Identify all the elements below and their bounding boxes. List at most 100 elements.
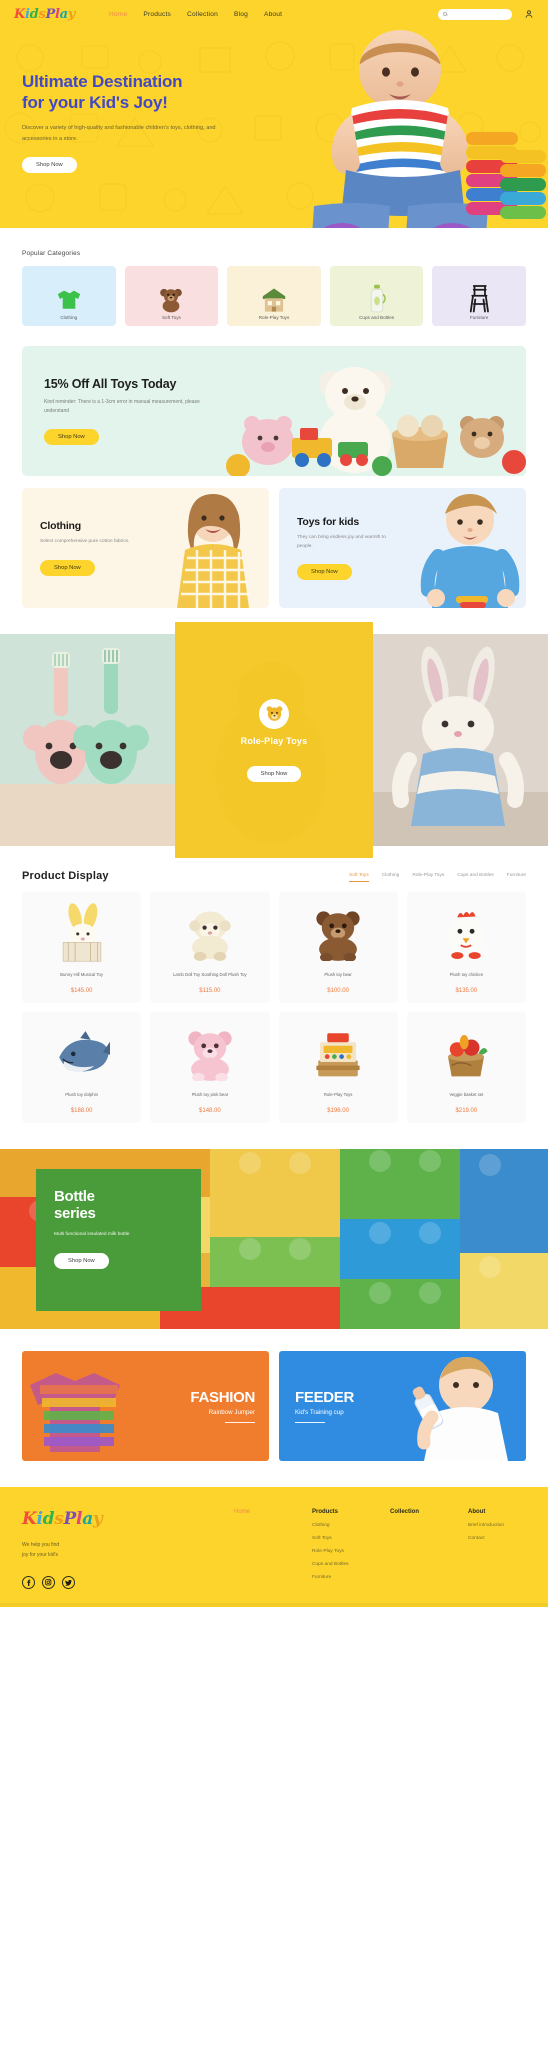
- category-card-soft-toys[interactable]: Soft Toys: [124, 266, 219, 326]
- product-name: Role-Play Toys: [323, 1092, 353, 1097]
- footer-column-home: Home: [234, 1509, 286, 1589]
- footer-link[interactable]: Soft Toys: [312, 1536, 364, 1541]
- toothbrush-panel: [0, 634, 175, 846]
- fashion-sub: Rainbow Jumper: [208, 1408, 255, 1416]
- footer-link[interactable]: Clothing: [312, 1523, 364, 1528]
- tab-furniture[interactable]: Furniture: [507, 873, 526, 882]
- product-card[interactable]: Bunny Hill Musical Toy $145.00: [22, 892, 142, 1003]
- product-grid: Bunny Hill Musical Toy $145.00 Lamb Doll…: [22, 892, 526, 1123]
- bunny-musical-toy-icon: [27, 900, 136, 966]
- footer-heading-collection[interactable]: Collection: [390, 1509, 442, 1515]
- user-icon[interactable]: [524, 9, 534, 19]
- hero-shop-now-button[interactable]: Shop Now: [22, 157, 77, 174]
- logo-letter: a: [82, 1509, 93, 1529]
- footer-tagline-line2: joy for your kid's: [22, 1551, 58, 1558]
- facebook-icon[interactable]: [22, 1576, 35, 1589]
- hero-title: Ultimate Destination for your Kid's Joy!: [22, 72, 272, 113]
- promo-shop-now-button[interactable]: Shop Now: [44, 429, 99, 445]
- duo-shop-now-button[interactable]: Shop Now: [40, 559, 95, 576]
- bear-face-icon: [259, 698, 289, 729]
- logo-letter: P: [45, 6, 55, 22]
- hero-copy: Ultimate Destination for your Kid's Joy!…: [22, 72, 272, 174]
- duo-shop-now-button[interactable]: Shop Now: [297, 564, 352, 581]
- footer-link[interactable]: Brief introduction: [468, 1523, 520, 1528]
- product-name: Plush toy dolphin: [65, 1092, 98, 1097]
- duo-copy: Toys for kids They can bring endless joy…: [279, 516, 397, 581]
- footer-column-about: About Brief introduction Contact: [468, 1509, 520, 1589]
- tab-role-play-toys[interactable]: Role-Play Toys: [412, 873, 444, 882]
- instagram-icon[interactable]: [42, 1576, 55, 1589]
- nav-item-collection[interactable]: Collection: [187, 11, 218, 18]
- product-tabs: Soft Toys Clothing Role-Play Toys Cups a…: [349, 873, 526, 882]
- product-name: Veggie basket set: [449, 1092, 484, 1097]
- tab-cups-and-bottles[interactable]: Cups and Bottles: [457, 873, 494, 882]
- boy-photo: [420, 494, 520, 608]
- footer-bottom-bar: [0, 1603, 548, 1607]
- feeder-copy: FEEDER Kid's Training cup: [295, 1389, 354, 1424]
- nav-item-about[interactable]: About: [264, 11, 282, 18]
- search-box[interactable]: [438, 8, 512, 20]
- product-card[interactable]: Plush toy bear $100.00: [278, 892, 398, 1003]
- category-card-clothing[interactable]: Clothing: [22, 266, 116, 326]
- logo-letter: y: [92, 1509, 103, 1529]
- tab-clothing[interactable]: Clothing: [382, 873, 400, 882]
- category-card-cups-and-bottles[interactable]: Cups and Bottles: [329, 266, 424, 326]
- footer-heading-home[interactable]: Home: [234, 1509, 286, 1515]
- product-price: $135.00: [455, 988, 478, 994]
- rainbow-jumper-icon: [30, 1373, 120, 1452]
- fashion-card[interactable]: FASHION Rainbow Jumper: [22, 1351, 269, 1461]
- highchair-icon: [466, 279, 492, 313]
- bottle-shop-now-button[interactable]: Shop Now: [54, 1252, 109, 1269]
- nav-item-blog[interactable]: Blog: [234, 11, 248, 18]
- category-label: Cups and Bottles: [359, 315, 395, 320]
- dollhouse-icon: [259, 279, 289, 313]
- tshirt-icon: [55, 279, 83, 313]
- footer-heading-about[interactable]: About: [468, 1509, 520, 1515]
- nav-item-products[interactable]: Products: [143, 11, 171, 18]
- categories-section: Popular Categories Clothing Soft Toys Ro…: [0, 250, 548, 608]
- product-card[interactable]: Plush toy pink bear $148.00: [150, 1012, 270, 1123]
- duo-card-clothing[interactable]: Clothing Select comprehensive pure cotto…: [22, 488, 269, 608]
- feeder-card[interactable]: FEEDER Kid's Training cup: [279, 1351, 526, 1461]
- footer-link[interactable]: Furniture: [312, 1575, 364, 1580]
- product-card[interactable]: Plush toy dolphin $188.00: [22, 1012, 142, 1123]
- roleplay-heading: Role-Play Toys: [240, 735, 308, 746]
- category-card-role-play-toys[interactable]: Role-Play Toys: [227, 266, 321, 326]
- product-card[interactable]: Veggie basket set $219.00: [406, 1012, 526, 1123]
- footer-link[interactable]: Role-Play Toys: [312, 1549, 364, 1554]
- product-price: $196.00: [327, 1108, 349, 1114]
- footer-column-products: Products Clothing Soft Toys Role-Play To…: [312, 1509, 364, 1589]
- footer-link[interactable]: Contact: [468, 1536, 520, 1541]
- lamb-doll-icon: [155, 900, 264, 966]
- nav-item-home[interactable]: Home: [109, 11, 127, 18]
- footer-brand-block: KidsPlay We help you find joy for your k…: [22, 1509, 232, 1589]
- twitter-icon[interactable]: [62, 1576, 75, 1589]
- social-links: [22, 1576, 232, 1589]
- product-card[interactable]: Lamb Doll Toy Soothing Doll Plush Toy $1…: [150, 892, 270, 1003]
- bottle-heading-line1: Bottle: [54, 1188, 95, 1205]
- footer-heading-products[interactable]: Products: [312, 1509, 364, 1515]
- product-card[interactable]: Role-Play Toys $196.00: [278, 1012, 398, 1123]
- hero-title-line1: Ultimate Destination: [22, 72, 183, 91]
- search-input[interactable]: [449, 11, 507, 17]
- footer-logo[interactable]: KidsPlay: [22, 1509, 232, 1529]
- product-card[interactable]: Plush toy chicken $135.00: [406, 892, 526, 1003]
- footer-link[interactable]: Cups and Bottles: [312, 1562, 364, 1567]
- product-display-header: Product Display Soft Toys Clothing Role-…: [22, 870, 526, 882]
- fashion-copy: FASHION Rainbow Jumper: [190, 1389, 255, 1424]
- duo-copy: Clothing Select comprehensive pure cotto…: [22, 520, 140, 576]
- duo-text: Select comprehensive pure cotton fabrics…: [40, 539, 130, 545]
- search-icon: [443, 12, 447, 16]
- duo-card-toys-for-kids[interactable]: Toys for kids They can bring endless joy…: [279, 488, 526, 608]
- logo-letter: K: [22, 1509, 37, 1529]
- product-name: Plush toy bear: [324, 972, 352, 977]
- feeder-sub: Kid's Training cup: [295, 1408, 344, 1416]
- header-actions: [438, 8, 534, 20]
- category-card-furniture[interactable]: Furniture: [432, 266, 526, 326]
- hero-title-line2: for your Kid's Joy!: [22, 92, 168, 112]
- baby-bottle-photo: [412, 1357, 508, 1461]
- roleplay-shop-now-button[interactable]: Shop Now: [246, 765, 302, 782]
- logo[interactable]: KidsPlay: [14, 7, 75, 22]
- roleplay-overlay: Role-Play Toys Shop Now: [175, 622, 373, 858]
- tab-soft-toys[interactable]: Soft Toys: [349, 873, 369, 882]
